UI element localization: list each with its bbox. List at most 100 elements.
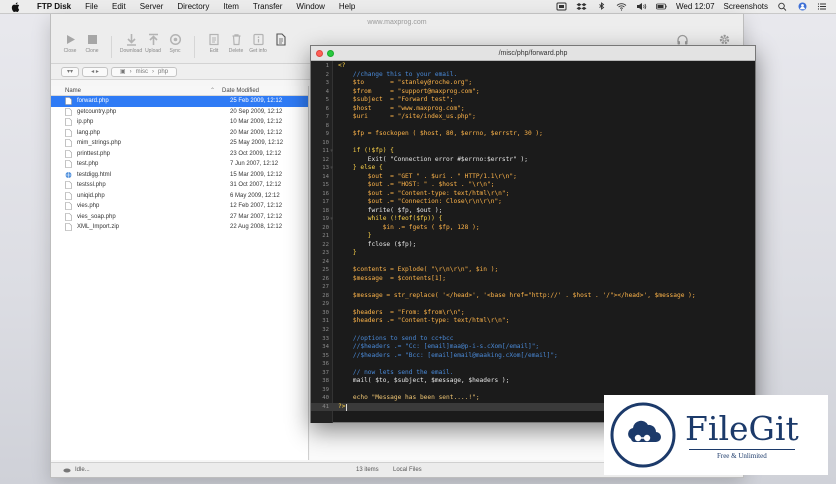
clone-label: Clone [85, 48, 99, 54]
file-row[interactable]: getcountry.php 20 Sep 2009, 12:12 [51, 107, 308, 118]
breadcrumb-root-icon: ▣ [120, 69, 126, 75]
settings-button[interactable] [713, 32, 735, 46]
code-text: $from = "support@maxprog.com"; [338, 87, 480, 95]
code-line: 29 [311, 300, 755, 309]
upload-label: Upload [145, 48, 161, 54]
stop-icon [84, 32, 100, 46]
file-date: 23 Oct 2009, 12:12 [230, 150, 282, 157]
file-row[interactable]: test.php 7 Jun 2007, 12:12 [51, 159, 308, 170]
file-icon [65, 160, 74, 169]
menu-window[interactable]: Window [289, 2, 331, 11]
code-text: //change this to your email. [338, 70, 458, 78]
file-icon [65, 118, 74, 127]
file-row[interactable]: uniqid.php 6 May 2009, 12:12 [51, 191, 308, 202]
code-text: $out = "GET " . $uri . " HTTP/1.1\r\n"; [338, 172, 517, 180]
code-line: 9 $fp = fsockopen ( $host, 80, $errno, $… [311, 130, 755, 139]
download-button[interactable]: Download [120, 32, 142, 54]
bluetooth-icon[interactable] [596, 2, 607, 11]
apple-menu-icon[interactable] [9, 1, 22, 12]
code-text: $contents = Explode( "\r\n\r\n", $in ); [338, 266, 499, 274]
file-name: lang.php [77, 129, 101, 136]
code-text: echo "Message has been sent....!"; [338, 394, 480, 402]
close-button[interactable]: Close [59, 32, 81, 54]
line-number: 37 [322, 369, 329, 376]
file-name: uniqid.php [77, 192, 105, 199]
clone-button[interactable]: Clone [81, 32, 103, 54]
file-icon [65, 202, 74, 211]
menu-transfer[interactable]: Transfer [246, 2, 290, 11]
file-date: 6 May 2009, 12:12 [230, 192, 280, 199]
file-row[interactable]: printtest.php 23 Oct 2009, 12:12 [51, 149, 308, 160]
file-icon [65, 223, 74, 232]
file-date: 12 Feb 2007, 12:12 [230, 203, 283, 210]
file-row[interactable]: ip.php 10 Mar 2009, 12:12 [51, 117, 308, 128]
fold-toggle-icon[interactable]: ▿ [330, 215, 333, 224]
breadcrumb-segment-php[interactable]: php [158, 69, 168, 75]
line-number: 26 [322, 275, 329, 282]
fold-toggle-icon[interactable]: ▿ [330, 147, 333, 156]
dropbox-icon[interactable] [576, 2, 587, 11]
fold-toggle-icon[interactable]: ▿ [330, 164, 333, 173]
sync-button[interactable]: Sync [164, 32, 186, 54]
view-options-popup[interactable]: ▾▾ [61, 66, 79, 77]
delete-button[interactable]: Delete [225, 32, 247, 54]
menu-server[interactable]: Server [133, 2, 171, 11]
breadcrumb-segment-misc[interactable]: misc [136, 69, 148, 75]
menubar-screenshots[interactable]: Screenshots [724, 2, 768, 11]
get-info-button[interactable]: Get info [247, 32, 269, 54]
file-name: test.php [77, 161, 99, 168]
file-row[interactable]: testssl.php 31 Oct 2007, 12:12 [51, 180, 308, 191]
close-label: Close [63, 48, 77, 54]
item-count: 13 items [356, 467, 379, 473]
code-line: 8 [311, 122, 755, 131]
document-button[interactable] [269, 32, 291, 46]
file-list-header: Name ⌃ Date Modified [51, 86, 308, 96]
menu-help[interactable]: Help [332, 2, 362, 11]
file-row[interactable]: vies.php 12 Feb 2007, 12:12 [51, 201, 308, 212]
file-row[interactable]: mim_strings.php 25 May 2009, 12:12 [51, 138, 308, 149]
menu-directory[interactable]: Directory [170, 2, 216, 11]
file-name: ip.php [77, 119, 94, 126]
back-forward-buttons[interactable]: ◂ ▸ [82, 66, 108, 77]
wifi-icon[interactable] [616, 2, 627, 11]
file-row[interactable]: forward.php 25 Feb 2009, 12:12 [51, 96, 308, 107]
headphones-button[interactable] [671, 32, 693, 46]
volume-icon[interactable] [636, 2, 647, 11]
line-number: 31 [322, 318, 329, 325]
menu-file[interactable]: File [78, 2, 105, 11]
breadcrumb[interactable]: ▣ › misc › php [111, 66, 178, 77]
line-number: 3 [325, 80, 329, 87]
code-line: 34 //$headers .= "Cc: [email]maa@p-i-s.c… [311, 343, 755, 352]
edit-button[interactable]: Edit [203, 32, 225, 54]
upload-button[interactable]: Upload [142, 32, 164, 54]
spotlight-search-icon[interactable] [777, 2, 788, 11]
date-column-header[interactable]: Date Modified [218, 88, 259, 94]
file-row[interactable]: XML_Import.zip 22 Aug 2008, 12:12 [51, 222, 308, 233]
menu-app-name[interactable]: FTP Disk [30, 2, 78, 11]
line-number: 4 [325, 88, 329, 95]
headphones-icon [674, 32, 690, 46]
menubar-clock[interactable]: Wed 12:07 [676, 2, 715, 11]
sort-indicator-icon: ⌃ [210, 88, 216, 94]
code-text: } [338, 232, 372, 240]
code-line: 32 [311, 326, 755, 335]
file-row[interactable]: testdigg.html 15 Mar 2009, 12:12 [51, 170, 308, 181]
user-avatar-icon[interactable] [797, 2, 808, 11]
code-area[interactable]: 1 <? 2 //change this to your email. 3 $to =… [311, 61, 755, 423]
file-row[interactable]: lang.php 20 Mar 2009, 12:12 [51, 128, 308, 139]
battery-icon[interactable] [656, 2, 667, 11]
name-column-header[interactable]: Name [51, 88, 210, 94]
remote-file-list: Name ⌃ Date Modified forward.php 25 Feb 2… [51, 86, 309, 460]
notification-center-icon[interactable] [817, 2, 828, 11]
local-files-label: Local Files [393, 467, 422, 473]
line-number: 7 [325, 114, 329, 121]
file-row[interactable]: vies_soap.php 27 Mar 2007, 12:12 [51, 212, 308, 223]
menu-bar: FTP Disk File Edit Server Directory Item… [0, 0, 836, 14]
menu-item[interactable]: Item [216, 2, 246, 11]
code-text: //$headers .= "Bcc: [email]email@maaking… [338, 351, 558, 359]
code-line: 26 $message = $contents[1]; [311, 275, 755, 284]
menubar-app-icon[interactable] [556, 2, 567, 11]
code-line: 5 $subject = "Forward test"; [311, 96, 755, 105]
sync-icon [167, 32, 183, 46]
menu-edit[interactable]: Edit [105, 2, 133, 11]
